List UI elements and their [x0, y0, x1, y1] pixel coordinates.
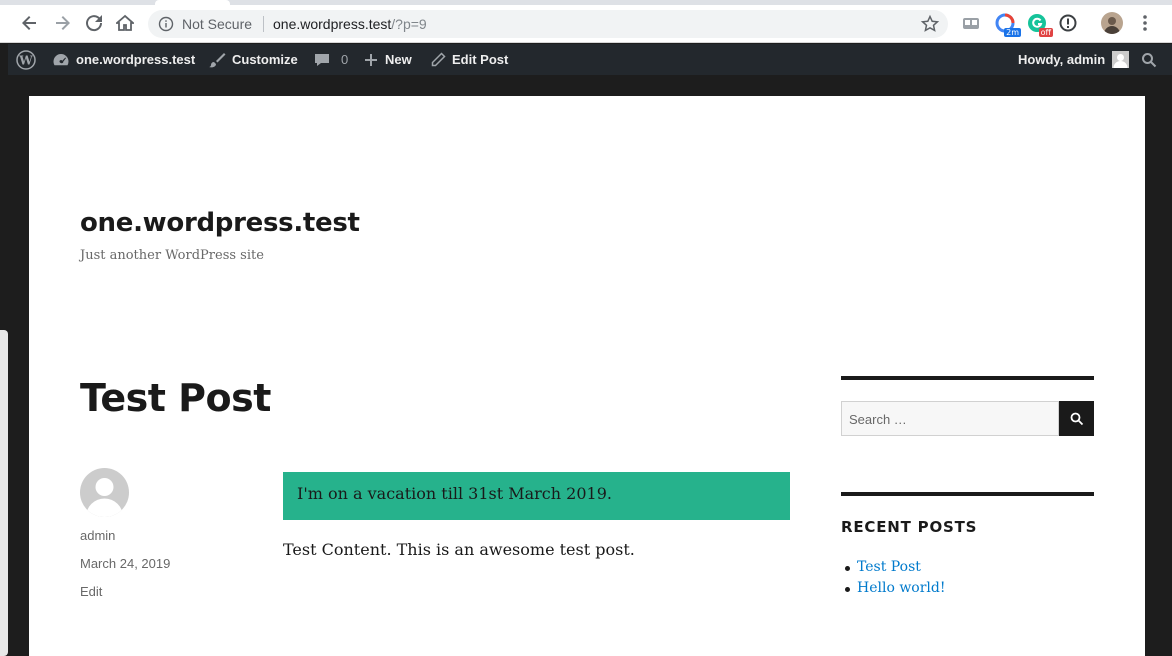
adminbar-search-icon[interactable] — [1141, 44, 1163, 75]
brush-icon — [209, 52, 226, 67]
tab-strip — [0, 0, 1172, 5]
post-date[interactable]: March 24, 2019 — [80, 556, 170, 571]
adminbar-comments[interactable]: 0 — [313, 44, 348, 75]
wordpress-logo-icon[interactable]: W — [16, 44, 42, 75]
reload-icon[interactable] — [82, 11, 106, 35]
post-edit-link[interactable]: Edit — [80, 584, 102, 599]
adminbar-new[interactable]: New — [363, 44, 412, 75]
comments-count: 0 — [341, 52, 349, 67]
site-title[interactable]: one.wordpress.test — [80, 208, 360, 238]
dashboard-icon — [53, 53, 69, 65]
info-extension-icon[interactable] — [1058, 13, 1078, 33]
comment-icon — [315, 53, 329, 66]
home-icon[interactable] — [113, 11, 137, 35]
adminbar-site-name[interactable]: one.wordpress.test — [52, 44, 195, 75]
timer-extension-icon[interactable]: 2m — [995, 13, 1021, 37]
browser-toolbar: Not Secure one.wordpress.test/?p=9 2m of… — [0, 0, 1172, 43]
recent-posts-title: RECENT POSTS — [841, 518, 978, 536]
forward-icon[interactable] — [50, 11, 74, 35]
author-avatar[interactable] — [80, 468, 129, 517]
site-page: one.wordpress.test Just another WordPres… — [29, 96, 1145, 656]
post-content: Test Content. This is an awesome test po… — [283, 540, 635, 559]
url-host: one.wordpress.test — [273, 16, 392, 32]
side-window-edge — [0, 330, 8, 656]
profile-avatar[interactable] — [1101, 12, 1123, 34]
site-description: Just another WordPress site — [80, 248, 264, 263]
security-label[interactable]: Not Secure — [182, 16, 252, 32]
url-text[interactable]: one.wordpress.test/?p=9 — [273, 16, 427, 32]
recent-post-link[interactable]: Test Post — [841, 559, 946, 580]
adminbar-new-label: New — [385, 52, 412, 67]
tab-extension-icon[interactable] — [961, 13, 981, 33]
adminbar-customize-label: Customize — [232, 52, 298, 67]
adminbar-avatar — [1112, 51, 1130, 68]
post-author[interactable]: admin — [80, 528, 115, 543]
vacation-notice: I'm on a vacation till 31st March 2019. — [283, 472, 790, 520]
back-icon[interactable] — [18, 11, 42, 35]
bookmark-star-icon[interactable] — [920, 14, 940, 34]
search-widget-rule — [841, 376, 1094, 380]
address-bar[interactable]: Not Secure one.wordpress.test/?p=9 — [148, 10, 948, 38]
menu-icon[interactable] — [1133, 11, 1157, 35]
post-title: Test Post — [80, 376, 271, 420]
wp-admin-bar: W one.wordpress.test Customize 0 New Edi… — [8, 44, 1172, 75]
recent-posts-list: Test Post Hello world! — [841, 559, 946, 601]
grammarly-extension-icon[interactable]: off — [1027, 13, 1053, 37]
adminbar-customize[interactable]: Customize — [208, 44, 298, 75]
pencil-icon — [431, 51, 446, 66]
adminbar-howdy: Howdy, admin — [1018, 52, 1106, 67]
search-input[interactable]: Search … — [841, 401, 1059, 436]
recent-posts-widget-rule — [841, 492, 1094, 496]
search-icon — [1070, 412, 1083, 425]
recent-post-link[interactable]: Hello world! — [841, 580, 946, 601]
adminbar-edit-post[interactable]: Edit Post — [430, 44, 508, 75]
info-icon[interactable] — [158, 16, 174, 32]
svg-text:W: W — [18, 53, 33, 67]
timer-badge: 2m — [1004, 28, 1021, 37]
adminbar-account[interactable]: Howdy, admin — [1018, 44, 1130, 75]
active-tab[interactable] — [155, 0, 230, 5]
grammarly-badge: off — [1038, 28, 1053, 37]
omnibox-divider — [263, 16, 264, 32]
adminbar-edit-post-label: Edit Post — [452, 52, 509, 67]
search-button[interactable] — [1059, 401, 1094, 436]
url-path: /?p=9 — [391, 16, 427, 32]
plus-icon — [365, 53, 377, 66]
adminbar-site-label: one.wordpress.test — [76, 52, 196, 67]
